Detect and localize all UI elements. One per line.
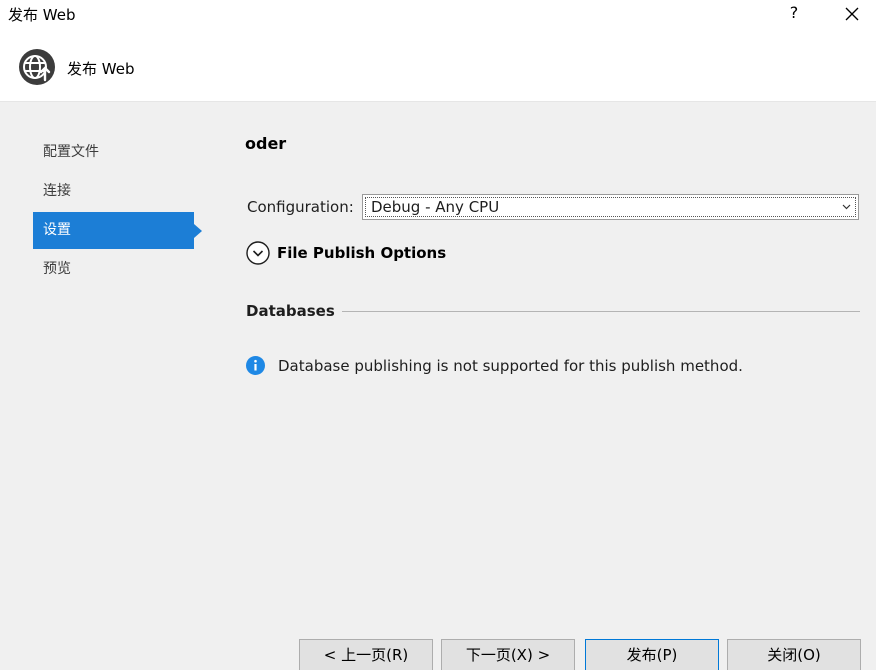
close-icon [845, 7, 859, 21]
sidebar-item-connection[interactable]: 连接 [33, 173, 203, 210]
globe-publish-icon [19, 49, 55, 85]
configuration-select[interactable]: Debug - Any CPU [362, 194, 859, 220]
section-divider [341, 310, 860, 312]
info-icon [246, 356, 265, 375]
window-title: 发布 Web [8, 6, 76, 24]
close-button[interactable]: 关闭(O) [727, 639, 861, 670]
previous-button[interactable]: < 上一页(R) [299, 639, 433, 670]
info-message-text: Database publishing is not supported for… [278, 356, 743, 375]
databases-title: Databases [246, 302, 335, 320]
help-button[interactable]: ? [780, 0, 808, 28]
publish-button[interactable]: 发布(P) [585, 639, 719, 670]
file-publish-options-expander[interactable]: File Publish Options [246, 241, 446, 265]
sidebar-item-settings[interactable]: 设置 [33, 212, 202, 249]
close-window-button[interactable] [836, 0, 868, 28]
configuration-label: Configuration: [247, 198, 354, 216]
expand-chevron-icon [246, 241, 270, 265]
database-info-message: Database publishing is not supported for… [246, 356, 743, 375]
dialog-header: 发布 Web [0, 32, 876, 102]
chevron-down-icon [842, 204, 851, 210]
sidebar-item-preview[interactable]: 预览 [33, 251, 203, 288]
sidebar-item-profile[interactable]: 配置文件 [33, 134, 203, 171]
next-button[interactable]: 下一页(X) > [441, 639, 575, 670]
title-bar: 发布 Web ? [0, 0, 876, 32]
databases-section-header: Databases [246, 302, 860, 320]
configuration-value: Debug - Any CPU [371, 198, 500, 216]
sidebar-nav: 配置文件 连接 设置 预览 [33, 134, 203, 290]
file-publish-options-label: File Publish Options [277, 244, 447, 262]
header-title: 发布 Web [67, 60, 135, 78]
profile-name: oder [245, 134, 287, 153]
